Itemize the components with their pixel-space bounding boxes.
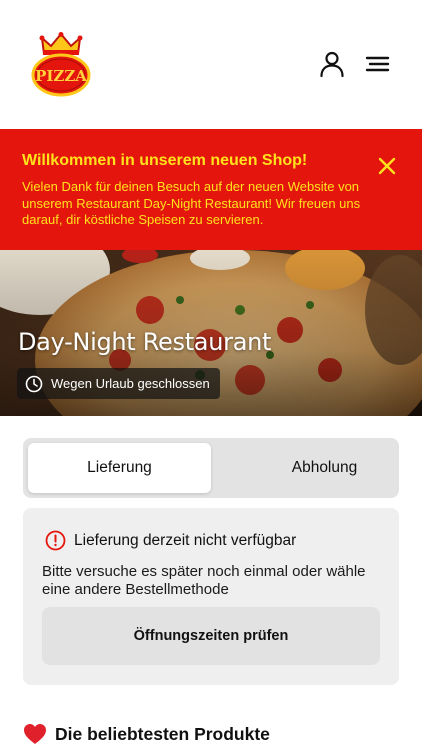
status-text: Wegen Urlaub geschlossen bbox=[51, 376, 210, 391]
logo-text: PIZZA bbox=[35, 67, 87, 85]
closed-status-badge: Wegen Urlaub geschlossen bbox=[17, 368, 220, 399]
order-method-toggle: Lieferung Abholung bbox=[23, 438, 399, 498]
notice-header: Lieferung derzeit nicht verfügbar bbox=[45, 530, 296, 551]
crown-pizza-logo[interactable]: PIZZA bbox=[30, 32, 92, 98]
close-icon[interactable] bbox=[378, 157, 396, 175]
banner-text: Vielen Dank für deinen Besuch auf der ne… bbox=[22, 179, 361, 227]
banner-title: Willkommen in unserem neuen Shop! bbox=[22, 152, 308, 169]
app-header: PIZZA bbox=[0, 0, 422, 129]
welcome-banner: Willkommen in unserem neuen Shop! Vielen… bbox=[0, 129, 422, 250]
restaurant-name: Day-Night Restaurant bbox=[18, 328, 272, 356]
notice-title: Lieferung derzeit nicht verfügbar bbox=[74, 531, 297, 549]
info-icon bbox=[45, 530, 66, 551]
clock-icon bbox=[25, 375, 43, 392]
section-title: Die beliebtesten Produkte bbox=[55, 723, 270, 744]
user-icon[interactable] bbox=[318, 50, 346, 78]
tab-abholung[interactable]: Abholung bbox=[233, 443, 416, 493]
heart-icon bbox=[24, 724, 46, 744]
notice-text: Bitte versuche es später noch einmal ode… bbox=[42, 563, 366, 598]
popular-products-heading: Die beliebtesten Produkte bbox=[23, 723, 270, 745]
delivery-unavailable-notice: Lieferung derzeit nicht verfügbar Bitte … bbox=[23, 508, 399, 685]
check-opening-hours-button[interactable]: Öffnungszeiten prüfen bbox=[42, 607, 380, 665]
hamburger-menu-icon[interactable] bbox=[364, 50, 392, 78]
tab-lieferung[interactable]: Lieferung bbox=[28, 443, 211, 493]
